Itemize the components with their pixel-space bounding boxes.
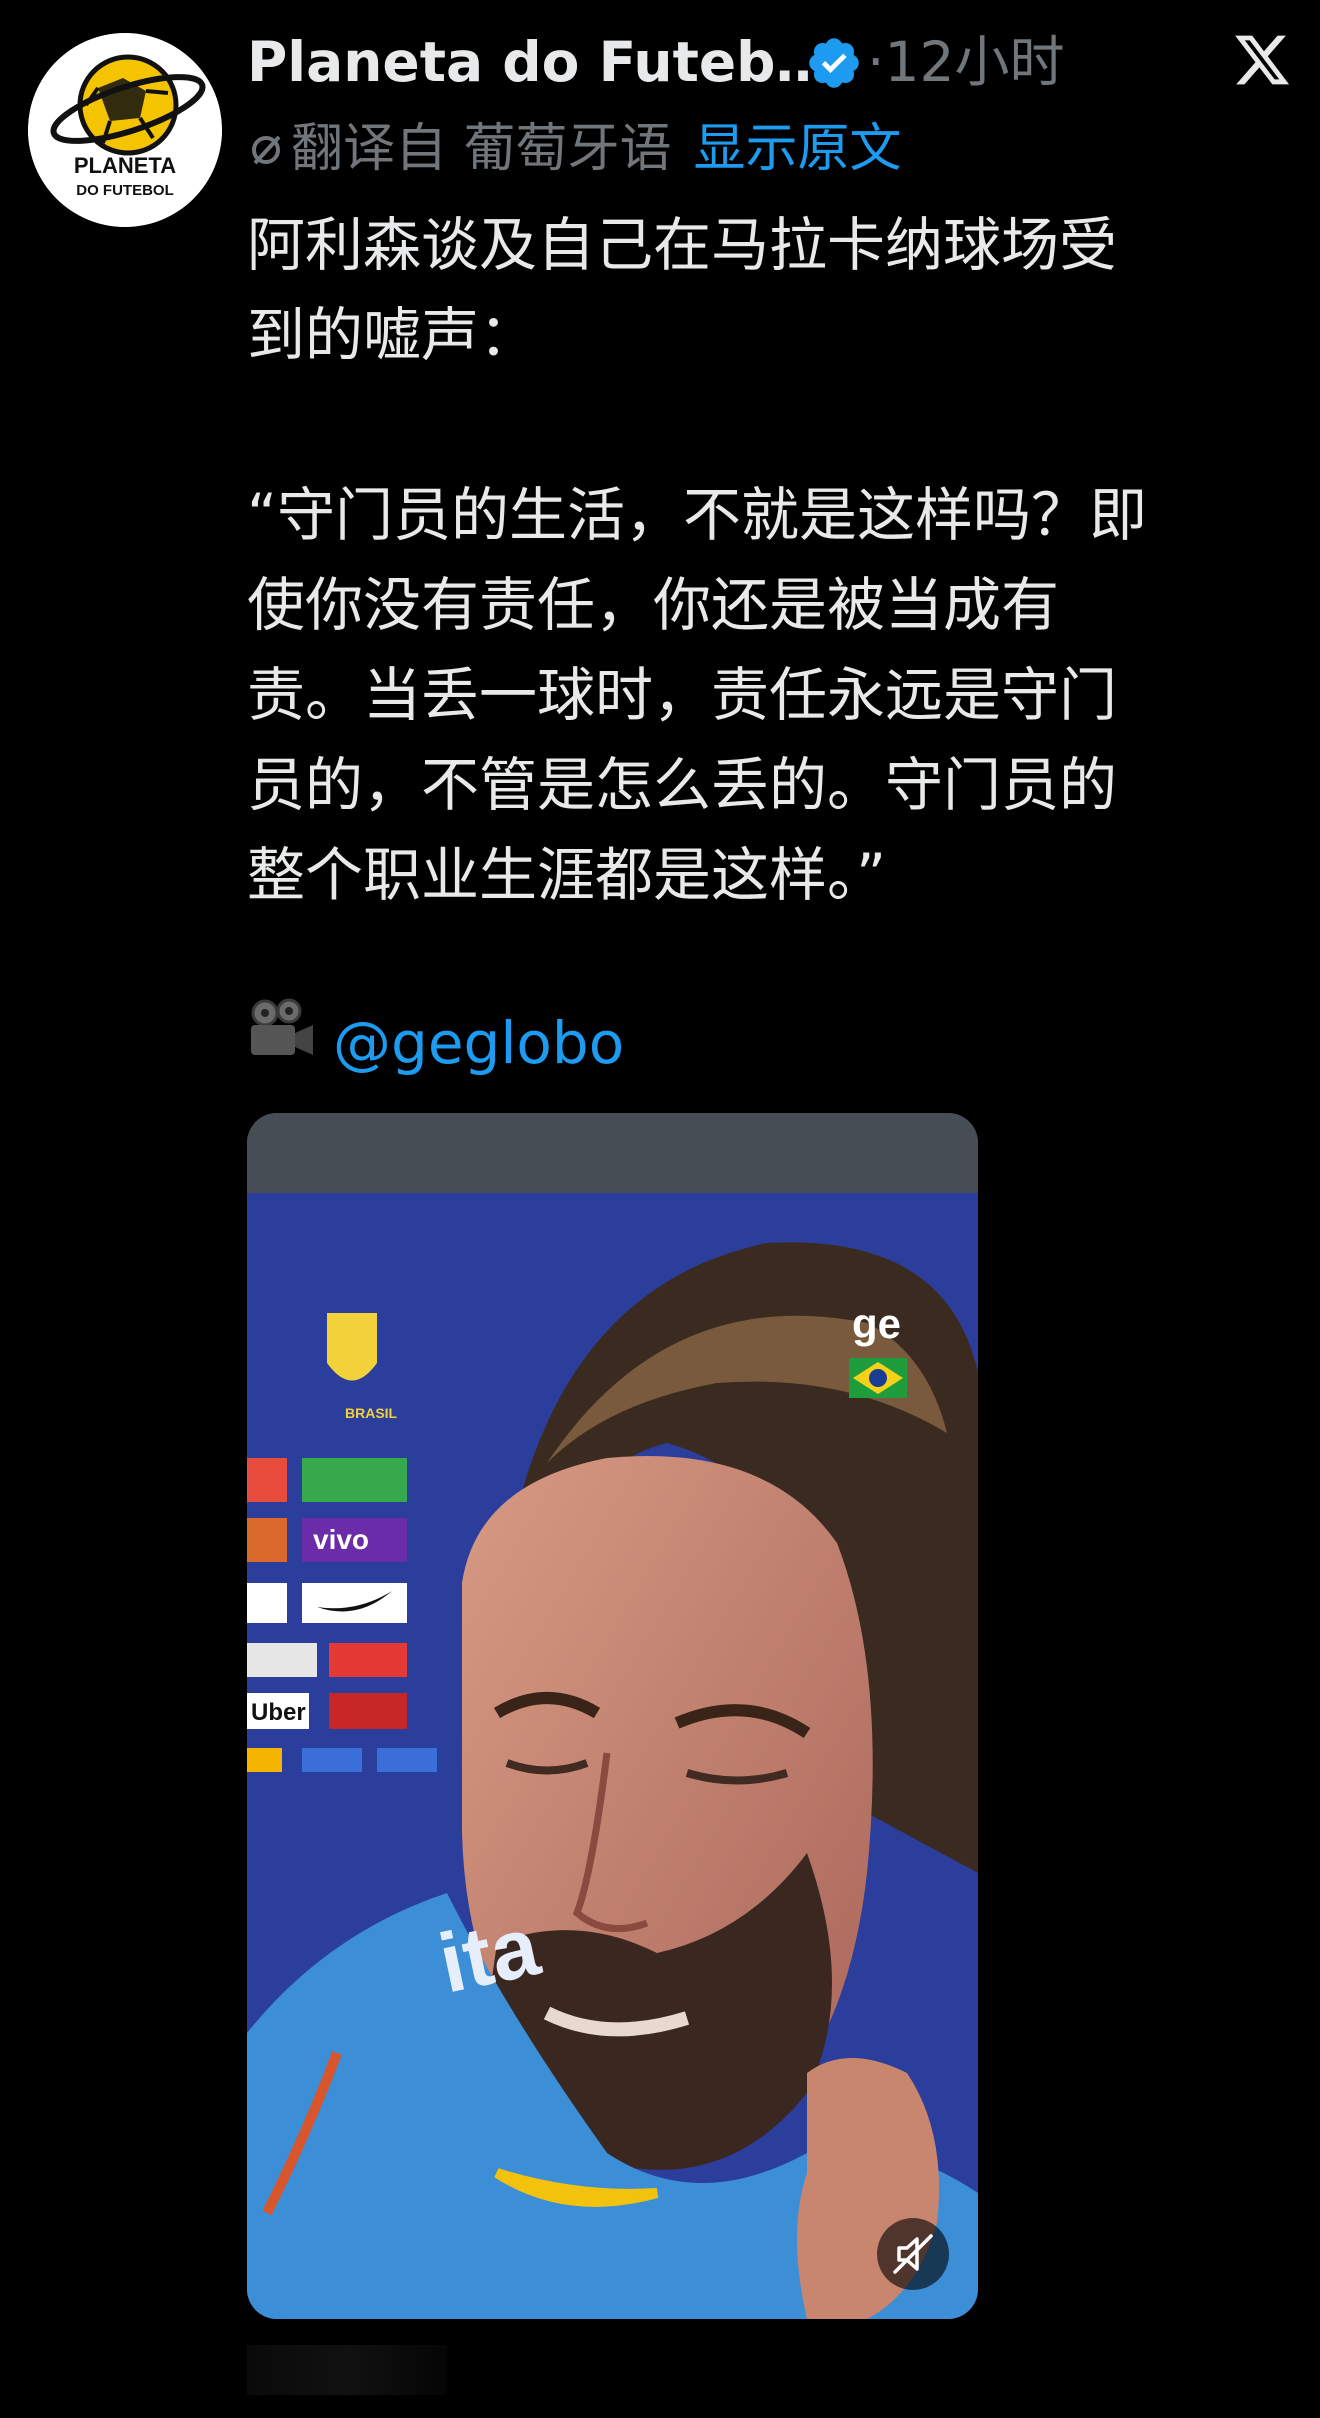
mention-link[interactable]: @geglobo [333,1009,624,1077]
brazil-flag-icon [849,1358,907,1398]
planeta-do-futebol-logo: PLANETA DO FUTEBOL [28,33,222,227]
video-credit: @geglobo [247,994,624,1084]
author-name[interactable]: Planeta do Futeb… [247,26,831,98]
faded-footer-text [247,2345,447,2395]
svg-text:BRASIL: BRASIL [345,1405,398,1421]
tweet-header: Planeta do Futeb… ·12小时 [247,26,1297,98]
svg-text:DO FUTEBOL: DO FUTEBOL [76,182,174,199]
tweet-quote-line: 整个职业生涯都是这样。” [247,841,887,909]
tweet-timestamp[interactable]: ·12小时 [867,26,1064,98]
vivo-sponsor: vivo [313,1524,369,1555]
tweet-quote-line: 责。当丢一球时，责任永远是守门 [247,661,1118,729]
tweet-quote-line: 使你没有责任，你还是被当成有 [247,571,1060,639]
tweet-text-line: 阿利森谈及自己在马拉卡纳球场受 [247,211,1118,279]
verified-badge-icon [809,38,859,88]
mute-toggle-button[interactable] [877,2218,949,2290]
tweet-text: 阿利森谈及自己在马拉卡纳球场受 到的嘘声： “守门员的生活，不就是这样吗？即 使… [247,200,1287,920]
tweet-quote-line: “守门员的生活，不就是这样吗？即 [247,481,1148,549]
x-logo-icon[interactable] [1232,30,1292,90]
tweet-text-line: 到的嘘声： [247,301,538,369]
video-player[interactable]: BRASIL vivo Uber ita ge [247,1113,978,2319]
translated-from-label: 翻译自 葡萄牙语 [291,119,672,179]
translation-row: 翻译自 葡萄牙语 显示原文 [247,112,902,186]
tweet-quote-line: 员的，不管是怎么丢的。守门员的 [247,751,1118,819]
author-avatar[interactable]: PLANETA DO FUTEBOL [28,33,222,227]
muted-speaker-icon [893,2234,933,2274]
show-original-link[interactable]: 显示原文 [694,119,902,179]
translate-icon [247,115,285,189]
uber-sponsor: Uber [251,1699,306,1726]
svg-text:PLANETA: PLANETA [74,153,176,178]
ge-watermark: ge [852,1300,901,1347]
movie-camera-icon [247,997,317,1088]
